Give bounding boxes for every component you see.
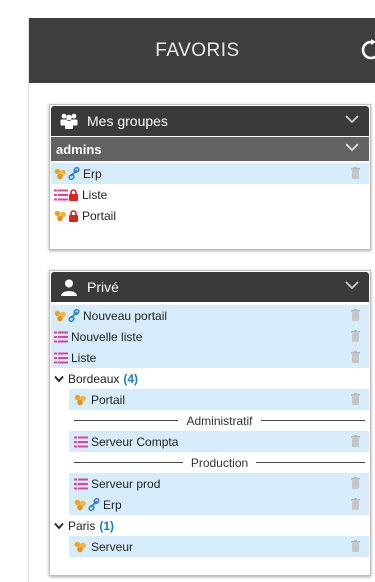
groups-panel: Mes groupes admins Erp Liste Portail [49, 104, 371, 250]
lock-icon [69, 209, 78, 222]
chevron-down-icon [54, 375, 64, 382]
private-panel-header[interactable]: Privé [51, 272, 369, 302]
user-icon [59, 278, 79, 296]
list-icon [74, 478, 88, 489]
favorites-header: FAVORIS [29, 18, 375, 83]
favorites-frame: FAVORIS Mes groupes admins Erp Liste Por… [28, 18, 375, 582]
section-title: Production [182, 455, 257, 470]
link-icon [68, 167, 80, 180]
trash-icon[interactable] [351, 435, 360, 447]
list-item[interactable]: Serveur [69, 536, 369, 557]
list-item[interactable]: Liste [51, 347, 369, 368]
portal-icon [54, 210, 66, 221]
folder-name: Paris [68, 518, 96, 533]
folder-paris[interactable]: Paris (1) [50, 515, 370, 536]
trash-icon[interactable] [351, 498, 360, 510]
refresh-icon[interactable] [360, 39, 375, 61]
section-divider-administratif: Administratif [70, 410, 369, 431]
portal-icon [74, 394, 86, 405]
portal-icon [54, 310, 66, 321]
item-label: Serveur Compta [91, 434, 179, 449]
trash-icon[interactable] [351, 477, 360, 489]
list-item[interactable]: Serveur prod [69, 473, 369, 494]
list-icon [74, 436, 88, 447]
chevron-down-icon[interactable] [345, 280, 359, 290]
item-label: Portail [91, 392, 126, 407]
section-divider-production: Production [70, 452, 369, 473]
link-icon [88, 498, 100, 511]
item-label: Portail [82, 208, 117, 223]
trash-icon[interactable] [351, 309, 360, 321]
trash-icon[interactable] [351, 540, 360, 552]
subgroup-header-admins[interactable]: admins [51, 137, 369, 161]
item-label: Liste [82, 187, 108, 202]
chevron-down-icon [54, 522, 64, 529]
chevron-down-icon[interactable] [345, 114, 359, 124]
trash-icon[interactable] [351, 167, 360, 179]
trash-icon[interactable] [351, 393, 360, 405]
item-label: Liste [71, 350, 97, 365]
item-label: Serveur [91, 539, 134, 554]
groups-panel-header[interactable]: Mes groupes [51, 106, 369, 136]
link-icon [68, 309, 80, 322]
list-icon [54, 189, 68, 200]
chevron-down-icon[interactable] [345, 142, 359, 152]
list-item[interactable]: Erp [69, 494, 369, 515]
portal-icon [54, 168, 66, 179]
folder-bordeaux[interactable]: Bordeaux (4) [50, 368, 370, 389]
groups-panel-title: Mes groupes [87, 113, 168, 129]
list-item[interactable]: Portail [69, 389, 369, 410]
list-item[interactable]: Portail [51, 205, 369, 226]
list-item[interactable]: Nouvelle liste [51, 326, 369, 347]
portal-icon [74, 499, 86, 510]
list-icon [54, 331, 68, 342]
portal-icon [74, 541, 86, 552]
list-item[interactable]: Serveur Compta [69, 431, 369, 452]
list-icon [54, 352, 68, 363]
trash-icon[interactable] [351, 330, 360, 342]
item-label: Erp [103, 497, 122, 512]
item-label: Erp [83, 166, 102, 181]
list-item[interactable]: Nouveau portail [51, 305, 369, 326]
folder-name: Bordeaux [68, 371, 120, 386]
section-title: Administratif [178, 413, 261, 428]
list-item[interactable]: Liste [51, 184, 369, 205]
item-label: Serveur prod [91, 476, 161, 491]
trash-icon[interactable] [351, 351, 360, 363]
item-label: Nouvelle liste [71, 329, 143, 344]
subgroup-title: admins [56, 141, 102, 157]
item-label: Nouveau portail [83, 308, 168, 323]
group-icon [59, 112, 79, 130]
page-title: FAVORIS [155, 39, 240, 61]
folder-count: (1) [99, 518, 115, 533]
private-panel-title: Privé [87, 279, 119, 295]
lock-icon [69, 188, 78, 201]
folder-count: (4) [123, 371, 139, 386]
private-panel: Privé Nouveau portail Nouvelle liste Lis… [49, 270, 371, 576]
list-item[interactable]: Erp [51, 163, 369, 184]
